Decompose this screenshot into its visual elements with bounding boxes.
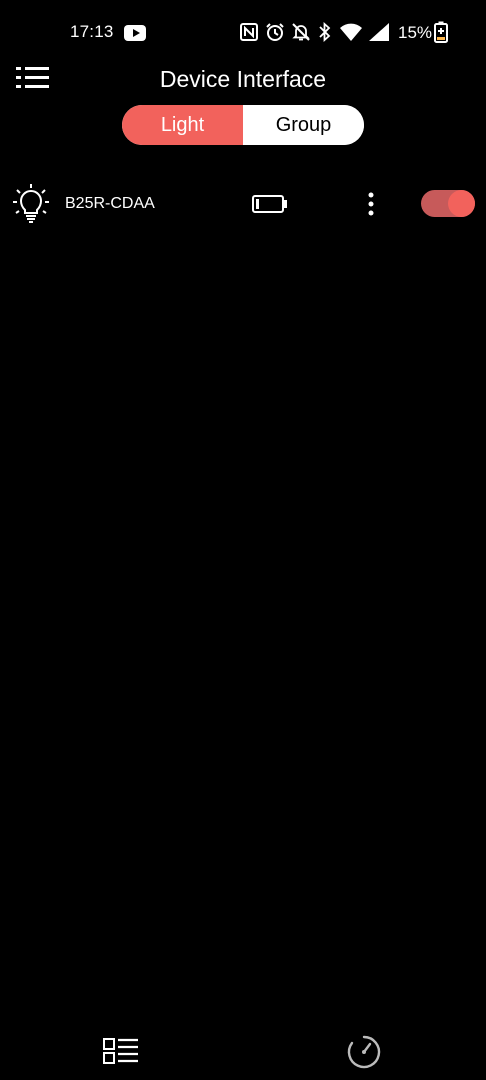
alarm-icon <box>265 22 285 42</box>
device-more-button[interactable] <box>360 190 382 218</box>
device-power-toggle[interactable] <box>421 190 475 217</box>
battery-percent: 15% <box>398 23 433 42</box>
menu-button[interactable] <box>14 64 52 92</box>
tab-group[interactable]: Group <box>243 105 364 145</box>
list-view-icon <box>103 1038 138 1064</box>
nav-timer-button[interactable] <box>346 1034 382 1070</box>
more-vertical-icon <box>368 192 374 216</box>
status-time: 17:13 <box>70 22 114 41</box>
device-name: B25R-CDAA <box>65 195 155 212</box>
timer-icon <box>347 1035 381 1069</box>
menu-list-icon <box>16 67 49 88</box>
signal-icon <box>368 22 390 42</box>
nav-list-button[interactable] <box>102 1036 140 1066</box>
page-title: Device Interface <box>159 66 327 92</box>
wifi-icon <box>339 22 363 42</box>
nfc-icon <box>240 22 258 42</box>
segmented-control: Light Group <box>122 105 364 145</box>
light-bulb-icon <box>12 182 50 226</box>
bluetooth-icon <box>318 22 332 42</box>
battery-charging-icon <box>434 21 448 43</box>
status-bar: 17:13 15% <box>0 0 486 64</box>
youtube-icon <box>124 25 146 41</box>
device-row[interactable]: B25R-CDAA <box>0 180 486 228</box>
battery-low-icon <box>251 194 289 214</box>
tab-light[interactable]: Light <box>122 105 243 145</box>
bottom-nav <box>0 1024 486 1080</box>
toggle-knob <box>448 190 475 217</box>
notifications-off-icon <box>291 22 311 42</box>
